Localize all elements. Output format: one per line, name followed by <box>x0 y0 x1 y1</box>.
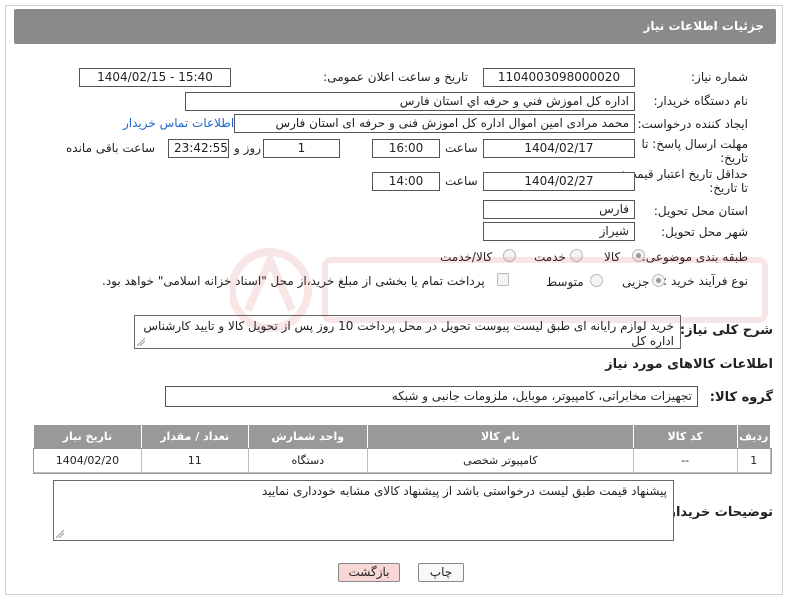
province-field[interactable]: فارس <box>483 200 635 219</box>
buyer-org-field[interactable]: اداره کل اموزش فني و حرفه اي استان فارس <box>185 92 635 111</box>
remaining-time-field[interactable]: 23:42:55 <box>168 139 229 158</box>
process-radio-medium[interactable] <box>590 274 603 287</box>
page-header: جزئیات اطلاعات نیاز <box>14 9 776 44</box>
category-radio-service[interactable] <box>570 249 583 262</box>
goods-table-header: ردیف کد کالا نام کالا واحد شمارش تعداد /… <box>33 424 771 449</box>
need-number-label: شماره نیاز: <box>691 70 748 84</box>
goods-group-field[interactable]: تجهیزات مخابراتی، کامپیوتر، موبایل، ملزو… <box>165 386 698 407</box>
description-textarea[interactable]: خرید لوازم رایانه ای طبق لیست پیوست تحوی… <box>134 315 681 349</box>
cell-name: کامپیوتر شخصی <box>366 448 634 473</box>
buyer-contact-link[interactable]: اطلاعات تماس خریدار <box>123 116 234 130</box>
table-row[interactable]: 1 -- کامپیوتر شخصی دستگاه 11 1404/02/20 <box>32 447 772 474</box>
category-option-goods: کالا <box>604 250 621 264</box>
requester-field[interactable]: محمد مرادی امین اموال اداره کل اموزش فنی… <box>234 114 635 133</box>
category-label: طبقه بندی موضوعی: <box>641 250 748 264</box>
cell-code: -- <box>632 448 738 473</box>
description-label: شرح کلی نیاز: <box>679 323 773 338</box>
resize-grip-icon[interactable] <box>137 338 145 346</box>
page-title: جزئیات اطلاعات نیاز <box>643 19 764 33</box>
category-option-goods-service: کالا/خدمت <box>440 250 493 264</box>
category-radio-goods[interactable] <box>632 249 645 262</box>
buyer-notes-text: پیشنهاد قیمت طبق لیست درخواستی باشد از پ… <box>261 484 667 498</box>
category-radio-goods-service[interactable] <box>503 249 516 262</box>
remaining-time-label: ساعت باقی مانده <box>66 141 156 155</box>
announce-label: تاریخ و ساعت اعلان عمومی: <box>323 70 468 84</box>
price-validity-time-field[interactable]: 14:00 <box>372 172 440 191</box>
cell-date: 1404/02/20 <box>33 448 142 473</box>
column-header-name: نام کالا <box>366 424 634 449</box>
process-option-medium: متوسط <box>546 275 584 289</box>
treasury-payment-note: پرداخت تمام یا بخشی از مبلغ خرید،از محل … <box>102 274 485 288</box>
need-number-field[interactable]: 1104003098000020 <box>483 68 635 87</box>
buyer-org-label: نام دستگاه خریدار: <box>653 94 749 108</box>
cell-unit: دستگاه <box>247 448 368 473</box>
price-validity-label: حداقل تاریخ اعتبار قیمت: <box>621 167 748 181</box>
column-header-qty: تعداد / مقدار <box>140 424 249 449</box>
announce-datetime-field[interactable]: 1404/02/15 - 15:40 <box>79 68 231 87</box>
days-remaining-field[interactable]: 1 <box>263 139 340 158</box>
column-header-code: کد کالا <box>632 424 738 449</box>
column-header-unit: واحد شمارش <box>247 424 368 449</box>
description-text: خرید لوازم رایانه ای طبق لیست پیوست تحوی… <box>143 319 674 348</box>
deadline-label-date: تاریخ: <box>720 151 748 165</box>
process-option-minor: جزیی <box>622 275 650 289</box>
deadline-label: مهلت ارسال پاسخ: تا <box>641 137 748 151</box>
print-button[interactable]: چاپ <box>418 563 464 582</box>
deadline-time-field[interactable]: 16:00 <box>372 139 440 158</box>
days-label: روز و <box>234 141 261 155</box>
price-validity-label-date: تا تاریخ: <box>709 181 748 195</box>
goods-table: ردیف کد کالا نام کالا واحد شمارش تعداد /… <box>32 424 772 474</box>
process-radio-minor[interactable] <box>652 274 665 287</box>
price-validity-date-field[interactable]: 1404/02/27 <box>483 172 635 191</box>
category-option-service: خدمت <box>534 250 566 264</box>
requester-label: ایجاد کننده درخواست: <box>637 117 748 131</box>
price-validity-time-label: ساعت <box>445 174 478 188</box>
city-field[interactable]: شیراز <box>483 222 635 241</box>
goods-section-title: اطلاعات کالاهای مورد نیاز <box>605 357 773 372</box>
province-label: استان محل تحویل: <box>653 204 748 218</box>
resize-grip-icon[interactable] <box>56 530 64 538</box>
deadline-time-label: ساعت <box>445 141 478 155</box>
column-header-date: تاریخ نیاز <box>33 424 142 449</box>
back-button[interactable]: بازگشت <box>338 563 400 582</box>
treasury-payment-checkbox[interactable] <box>497 273 509 286</box>
column-header-index: ردیف <box>736 424 771 449</box>
deadline-date-field[interactable]: 1404/02/17 <box>483 139 635 158</box>
cell-index: 1 <box>736 448 771 473</box>
buyer-notes-label: توضیحات خریدار: <box>663 505 773 520</box>
process-label: نوع فرآیند خرید : <box>663 274 748 288</box>
buyer-notes-textarea[interactable]: پیشنهاد قیمت طبق لیست درخواستی باشد از پ… <box>53 480 674 541</box>
goods-group-label: گروه کالا: <box>709 390 773 405</box>
cell-qty: 11 <box>140 448 249 473</box>
city-label: شهر محل تحویل: <box>661 225 748 239</box>
